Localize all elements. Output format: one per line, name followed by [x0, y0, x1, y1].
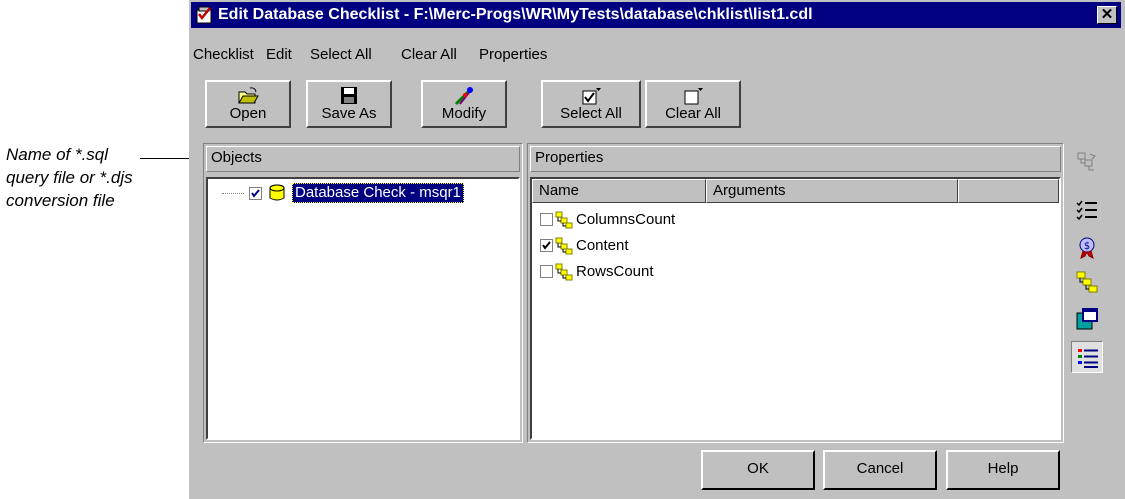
side-button-property-tree[interactable]	[1071, 266, 1103, 298]
menu-select-all[interactable]: Select All	[310, 46, 372, 63]
object-checkbox[interactable]	[249, 187, 262, 200]
svg-text:$: $	[1084, 241, 1090, 252]
column-header-arguments[interactable]: Arguments	[706, 179, 958, 203]
side-button-award[interactable]: $	[1071, 232, 1103, 264]
property-name: ColumnsCount	[576, 211, 676, 228]
column-header-name[interactable]: Name	[532, 179, 706, 203]
properties-header: Properties	[530, 146, 1061, 172]
callout-line-3: conversion file	[6, 191, 115, 210]
properties-list[interactable]: Name Arguments ColumnsCount Content Rows…	[530, 177, 1061, 440]
app-checklist-icon	[196, 6, 214, 24]
menu-edit[interactable]: Edit	[266, 46, 292, 63]
property-checkbox[interactable]	[540, 265, 553, 278]
side-button-list-view[interactable]	[1071, 341, 1103, 373]
title-bar[interactable]: Edit Database Checklist - F:\Merc-Progs\…	[191, 2, 1121, 28]
cancel-button[interactable]: Cancel	[823, 450, 937, 490]
callout-line-2: query file or *.djs	[6, 168, 133, 187]
clear-all-label: Clear All	[665, 105, 721, 122]
edit-database-checklist-window: Edit Database Checklist - F:\Merc-Progs\…	[189, 0, 1125, 499]
checked-box-icon	[580, 86, 602, 106]
side-button-window[interactable]	[1071, 303, 1103, 335]
modify-wand-icon	[453, 86, 475, 106]
tree-connector	[222, 193, 244, 194]
menu-clear-all[interactable]: Clear All	[401, 46, 457, 63]
tree-item-label: Database Check - msqr1	[292, 183, 464, 203]
side-button-disabled-tree[interactable]	[1071, 146, 1103, 178]
clear-all-button[interactable]: Clear All	[645, 80, 741, 128]
help-button[interactable]: Help	[946, 450, 1060, 490]
side-button-checklist[interactable]	[1071, 194, 1103, 226]
property-tree-icon	[554, 237, 574, 259]
property-tree-icon	[554, 263, 574, 285]
close-icon: ✕	[1100, 6, 1114, 23]
open-folder-icon	[237, 86, 259, 106]
empty-box-icon	[682, 86, 704, 106]
open-label: Open	[229, 105, 267, 122]
floppy-disk-icon	[338, 86, 360, 106]
objects-header: Objects	[206, 146, 520, 172]
property-tree-icon	[554, 211, 574, 233]
menu-checklist[interactable]: Checklist	[193, 46, 254, 63]
column-header-blank[interactable]	[958, 179, 1059, 203]
close-button[interactable]: ✕	[1097, 6, 1117, 24]
callout-annotation: Name of *.sql query file or *.djs conver…	[6, 143, 181, 212]
open-button[interactable]: Open	[205, 80, 291, 128]
ok-button[interactable]: OK	[701, 450, 815, 490]
save-as-label: Save As	[321, 105, 377, 122]
modify-label: Modify	[441, 105, 487, 122]
database-icon	[268, 184, 286, 206]
select-all-label: Select All	[560, 105, 622, 122]
modify-button[interactable]: Modify	[421, 80, 507, 128]
property-name: Content	[576, 237, 629, 254]
properties-panel: Properties Name Arguments ColumnsCount C…	[527, 143, 1064, 443]
save-as-button[interactable]: Save As	[306, 80, 392, 128]
objects-tree[interactable]: Database Check - msqr1	[206, 177, 520, 440]
property-name: RowsCount	[576, 263, 654, 280]
property-checkbox[interactable]	[540, 239, 553, 252]
select-all-button[interactable]: Select All	[541, 80, 641, 128]
menu-properties[interactable]: Properties	[479, 46, 547, 63]
objects-panel: Objects Database Check - msqr1	[203, 143, 523, 443]
property-checkbox[interactable]	[540, 213, 553, 226]
window-title: Edit Database Checklist - F:\Merc-Progs\…	[218, 6, 813, 23]
callout-line-1: Name of *.sql	[6, 145, 109, 164]
